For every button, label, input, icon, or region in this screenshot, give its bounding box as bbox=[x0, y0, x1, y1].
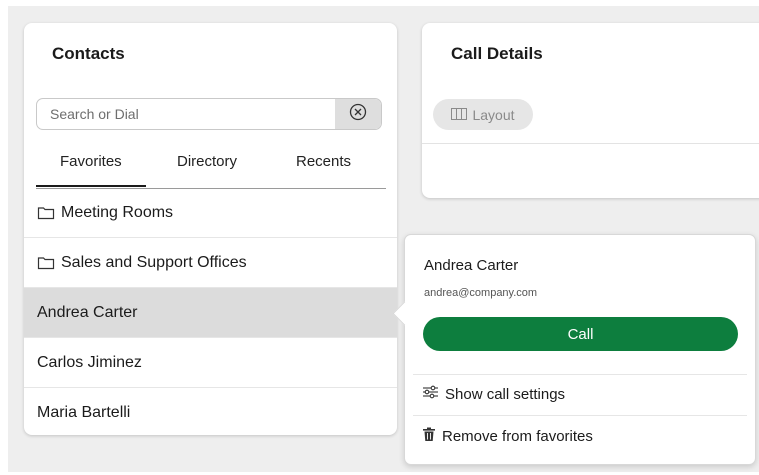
list-item-maria-bartelli[interactable]: Maria Bartelli bbox=[24, 388, 397, 438]
list-item-label: Andrea Carter bbox=[37, 303, 138, 321]
call-details-title: Call Details bbox=[451, 44, 543, 63]
list-item-sales-support[interactable]: Sales and Support Offices bbox=[24, 238, 397, 288]
layout-label: Layout bbox=[472, 106, 515, 123]
tab-directory[interactable]: Directory bbox=[177, 153, 237, 170]
list-item-carlos-jiminez[interactable]: Carlos Jiminez bbox=[24, 338, 397, 388]
clear-search-button[interactable] bbox=[335, 99, 381, 129]
list-item-meeting-rooms[interactable]: Meeting Rooms bbox=[24, 188, 397, 238]
contacts-title: Contacts bbox=[52, 44, 125, 63]
list-item-label: Meeting Rooms bbox=[61, 203, 174, 221]
list-item-label: Carlos Jiminez bbox=[37, 353, 142, 371]
show-call-settings-label: Show call settings bbox=[445, 385, 566, 403]
list-item-andrea-carter[interactable]: Andrea Carter bbox=[24, 288, 397, 338]
contact-popover: Andrea Carter andrea@company.com Call Sh… bbox=[392, 234, 756, 465]
contacts-tabs: Favorites Directory Recents bbox=[36, 145, 386, 189]
call-details-panel: Call Details Layout bbox=[422, 23, 759, 198]
divider bbox=[413, 415, 747, 416]
call-button[interactable]: Call bbox=[423, 317, 738, 351]
contact-name: Andrea Carter bbox=[424, 257, 519, 274]
tab-favorites[interactable]: Favorites bbox=[36, 153, 146, 187]
settings-sliders-icon bbox=[422, 385, 439, 403]
layout-button[interactable]: Layout bbox=[433, 99, 533, 130]
folder-icon bbox=[37, 255, 55, 270]
remove-from-favorites-label: Remove from favorites bbox=[442, 428, 593, 445]
search-input[interactable] bbox=[37, 99, 337, 129]
list-item-label: Sales and Support Offices bbox=[61, 253, 247, 271]
remove-from-favorites-item[interactable]: Remove from favorites bbox=[422, 427, 593, 446]
list-item-label: Maria Bartelli bbox=[37, 404, 131, 421]
search-box bbox=[36, 98, 382, 130]
close-circle-icon bbox=[349, 103, 367, 126]
layout-grid-icon bbox=[451, 107, 468, 123]
folder-icon bbox=[37, 205, 55, 220]
show-call-settings-item[interactable]: Show call settings bbox=[422, 385, 565, 403]
contact-email: andrea@company.com bbox=[424, 287, 538, 299]
contacts-panel: Contacts Favorites Directory Recents Mee… bbox=[24, 23, 397, 435]
divider bbox=[413, 374, 747, 375]
divider bbox=[422, 143, 759, 144]
tab-recents[interactable]: Recents bbox=[296, 153, 351, 170]
trash-icon bbox=[422, 427, 436, 446]
